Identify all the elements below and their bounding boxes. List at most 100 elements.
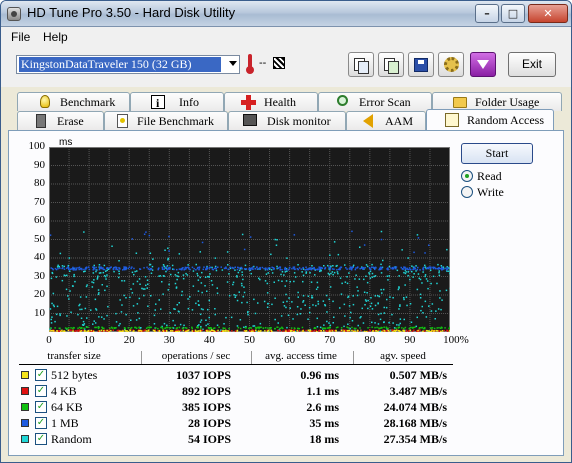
data-point-random bbox=[197, 274, 199, 277]
tab-benchmark[interactable]: Benchmark bbox=[17, 92, 130, 111]
data-point-1mb bbox=[324, 267, 326, 270]
data-point-small bbox=[49, 327, 52, 329]
app-icon bbox=[7, 7, 21, 21]
copy-image-icon bbox=[384, 57, 399, 74]
data-point-random bbox=[366, 292, 368, 294]
copy-screenshot-button[interactable] bbox=[378, 52, 404, 77]
drive-select[interactable]: KingstonDataTraveler 150 (32 GB) bbox=[16, 55, 240, 74]
series-checkbox[interactable]: ✓ bbox=[35, 417, 47, 429]
tab-error-scan[interactable]: Error Scan bbox=[318, 92, 432, 111]
title-bar[interactable]: HD Tune Pro 3.50 - Hard Disk Utility – □… bbox=[1, 1, 571, 27]
data-point-random bbox=[144, 288, 146, 290]
data-point-small bbox=[138, 326, 140, 329]
data-point-small bbox=[157, 327, 159, 330]
data-point-small bbox=[252, 330, 254, 332]
data-point-random bbox=[263, 300, 266, 303]
start-button[interactable]: Start bbox=[461, 143, 533, 164]
data-point-1mb bbox=[331, 268, 334, 270]
read-radio-dot[interactable] bbox=[461, 170, 473, 182]
data-point-random bbox=[374, 275, 377, 277]
data-point-random bbox=[200, 325, 202, 328]
data-point-1mb bbox=[72, 269, 75, 271]
data-point-1mb bbox=[83, 268, 85, 271]
data-point-1mb bbox=[277, 267, 279, 269]
tab-aam[interactable]: AAM bbox=[346, 111, 426, 130]
series-checkbox[interactable]: ✓ bbox=[35, 433, 47, 445]
tab-erase[interactable]: Erase bbox=[17, 111, 104, 130]
data-point-random bbox=[329, 254, 331, 256]
data-point-random bbox=[283, 274, 285, 276]
data-point-random bbox=[119, 323, 121, 325]
data-point-random bbox=[367, 307, 369, 310]
data-point-random bbox=[302, 280, 304, 283]
data-point-1mb bbox=[205, 268, 207, 271]
tab-disk-monitor[interactable]: Disk monitor bbox=[228, 111, 346, 130]
data-point-random bbox=[392, 297, 394, 299]
data-point-random bbox=[207, 308, 209, 311]
data-point-1mb bbox=[133, 267, 135, 270]
data-point-small bbox=[67, 327, 70, 329]
data-point-random bbox=[202, 308, 204, 311]
data-point-random bbox=[253, 298, 255, 301]
data-point-1mb bbox=[223, 267, 226, 270]
data-point-1mb bbox=[445, 267, 447, 269]
write-radio[interactable]: Write bbox=[461, 185, 541, 199]
data-point-random bbox=[415, 325, 417, 328]
data-point-random bbox=[86, 317, 88, 319]
data-point-small bbox=[217, 329, 219, 332]
data-point-1mb bbox=[368, 266, 371, 269]
data-point-random bbox=[118, 276, 120, 279]
tab-health[interactable]: Health bbox=[224, 92, 318, 111]
series-checkbox[interactable]: ✓ bbox=[35, 385, 47, 397]
data-point-random bbox=[421, 305, 423, 308]
y-tick-label: 90 bbox=[34, 158, 45, 171]
data-point-1mb bbox=[291, 267, 293, 270]
menu-help[interactable]: Help bbox=[43, 30, 68, 44]
series-checkbox[interactable]: ✓ bbox=[35, 369, 47, 381]
data-point-random bbox=[98, 316, 100, 318]
data-point-random bbox=[327, 272, 330, 275]
data-point-small bbox=[248, 327, 250, 330]
read-radio[interactable]: Read bbox=[461, 169, 541, 183]
copy-text-button[interactable] bbox=[348, 52, 374, 77]
data-point-1mb bbox=[163, 268, 165, 271]
maximize-button[interactable]: □ bbox=[501, 4, 525, 23]
minimize-button[interactable]: – bbox=[475, 4, 499, 23]
speed-value: 28.168 MB/s bbox=[383, 416, 447, 430]
data-point-small bbox=[207, 326, 210, 329]
data-point-random bbox=[332, 273, 334, 276]
options-button[interactable] bbox=[438, 52, 464, 77]
data-point-random bbox=[242, 278, 244, 281]
menu-file[interactable]: File bbox=[11, 30, 30, 44]
save-button[interactable] bbox=[408, 52, 434, 77]
data-point-1mb bbox=[261, 266, 264, 269]
data-point-small bbox=[401, 327, 403, 329]
series-checkbox[interactable]: ✓ bbox=[35, 401, 47, 413]
data-point-small bbox=[249, 330, 251, 332]
data-point-small bbox=[170, 330, 172, 332]
close-button[interactable]: ✕ bbox=[528, 4, 568, 23]
data-point-small bbox=[147, 329, 150, 332]
tab-random-access[interactable]: Random Access bbox=[426, 109, 554, 130]
data-point-small bbox=[327, 330, 329, 332]
bulb-icon bbox=[40, 95, 50, 108]
exit-button[interactable]: Exit bbox=[508, 52, 556, 77]
tab-info[interactable]: Info bbox=[130, 92, 224, 112]
speed-value: 24.074 MB/s bbox=[383, 400, 447, 414]
operations-value: 1037 IOPS bbox=[175, 368, 231, 382]
data-point-random bbox=[242, 295, 245, 298]
data-point-random bbox=[208, 299, 210, 302]
data-point-small bbox=[417, 329, 419, 332]
write-radio-dot[interactable] bbox=[461, 186, 473, 198]
data-point-1mb bbox=[130, 267, 132, 270]
data-point-small bbox=[164, 327, 166, 330]
data-point-random bbox=[199, 321, 202, 323]
data-point-random bbox=[123, 294, 125, 297]
data-point-1mb bbox=[158, 267, 160, 269]
data-point-small bbox=[403, 330, 405, 332]
data-point-random bbox=[424, 274, 427, 276]
tab-file-benchmark[interactable]: File Benchmark bbox=[104, 111, 228, 130]
chevron-down-icon[interactable] bbox=[229, 61, 237, 66]
download-button[interactable] bbox=[470, 52, 496, 77]
data-point-1mb bbox=[372, 266, 375, 269]
